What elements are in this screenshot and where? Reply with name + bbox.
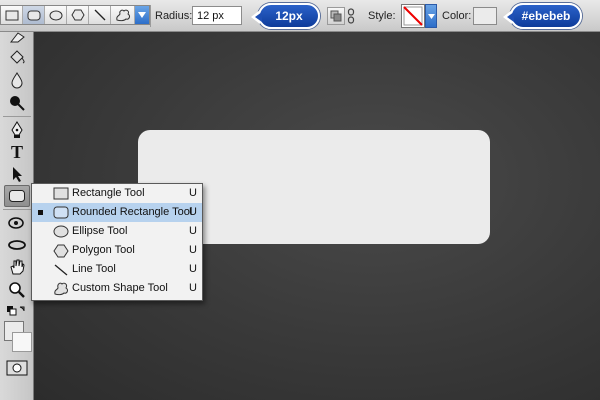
menu-item-label: Ellipse Tool (72, 225, 128, 237)
blur-tool[interactable] (4, 69, 30, 91)
style-label: Style: (368, 10, 396, 22)
menu-item-line-tool[interactable]: Line Tool U (32, 260, 202, 279)
menu-item-shortcut: U (189, 206, 197, 218)
polygon-shape-button[interactable] (67, 6, 89, 24)
menu-item-shortcut: U (189, 282, 197, 294)
background-color-swatch[interactable] (12, 332, 32, 352)
dodge-tool[interactable] (4, 92, 30, 114)
3d-orbit-icon (8, 240, 26, 250)
type-icon: T (11, 142, 23, 160)
color-label: Color: (442, 10, 472, 22)
selected-bullet-icon (38, 210, 43, 215)
eraser-tool[interactable] (4, 26, 30, 48)
rectangle-icon (52, 185, 70, 202)
arrow-cursor-icon (13, 167, 22, 182)
menu-item-label: Rounded Rectangle Tool (72, 206, 193, 218)
options-bar: Radius: 12px Style: Color: #ebebeb (0, 0, 600, 32)
combine-shape-icon (330, 10, 342, 22)
color-swatch[interactable] (473, 7, 497, 25)
zoom-tool[interactable] (4, 279, 30, 301)
blur-drop-icon (11, 72, 23, 89)
menu-item-shortcut: U (189, 263, 197, 275)
color-callout: #ebebeb (503, 3, 582, 29)
custom-shape-icon (52, 280, 70, 297)
3d-orbit-tool[interactable] (4, 234, 30, 256)
default-colors-button[interactable] (4, 301, 30, 323)
polygon-icon (52, 242, 70, 259)
line-icon (52, 261, 70, 278)
menu-item-shortcut: U (189, 225, 197, 237)
style-swatch[interactable] (401, 4, 425, 28)
menu-item-label: Line Tool (72, 263, 116, 275)
line-icon (94, 9, 105, 21)
ellipse-shape-button[interactable] (45, 6, 67, 24)
menu-item-custom-shape-tool[interactable]: Custom Shape Tool U (32, 279, 202, 298)
link-icon-button[interactable] (346, 7, 356, 25)
rounded-rectangle-shape-button[interactable] (23, 6, 45, 24)
custom-shape-icon (115, 9, 130, 22)
path-selection-tool[interactable] (4, 163, 30, 185)
polygon-icon (70, 9, 85, 21)
3d-rotate-icon (8, 217, 24, 229)
radius-callout-text: 12px (275, 9, 303, 23)
triangle-down-icon (427, 13, 435, 19)
pen-tool[interactable] (4, 119, 30, 141)
radius-input[interactable] (192, 6, 242, 25)
magnifier-icon (9, 282, 25, 298)
paint-bucket-icon (10, 50, 25, 64)
pen-icon (11, 121, 23, 138)
no-style-icon (403, 6, 423, 26)
menu-item-label: Polygon Tool (72, 244, 135, 256)
type-tool[interactable]: T (4, 140, 30, 162)
rounded-rectangle-tool[interactable] (4, 185, 30, 207)
svg-text:T: T (11, 142, 23, 160)
eraser-icon (9, 32, 25, 43)
hand-icon (10, 259, 25, 275)
hand-tool[interactable] (4, 256, 30, 278)
menu-item-label: Rectangle Tool (72, 187, 145, 199)
radius-label: Radius: (155, 10, 193, 22)
quick-mask-button[interactable] (4, 357, 30, 379)
menu-item-label: Custom Shape Tool (72, 282, 168, 294)
line-shape-button[interactable] (89, 6, 111, 24)
paint-bucket-tool[interactable] (4, 46, 30, 68)
rounded-rectangle-icon (52, 204, 70, 221)
shape-dropdown-button[interactable] (135, 6, 149, 24)
shape-tools-flyout-menu: Rectangle Tool U Rounded Rectangle Tool … (31, 183, 203, 301)
rounded-rectangle-icon (9, 190, 25, 202)
separator (150, 5, 151, 27)
rectangle-shape-button[interactable] (1, 6, 23, 24)
menu-item-rounded-rectangle-tool[interactable]: Rounded Rectangle Tool U (32, 203, 202, 222)
quick-mask-icon (6, 360, 28, 376)
custom-shape-button[interactable] (111, 6, 135, 24)
ellipse-icon (49, 10, 62, 20)
style-dropdown-button[interactable] (425, 4, 437, 28)
menu-item-shortcut: U (189, 187, 197, 199)
triangle-down-icon (138, 12, 146, 18)
dodge-icon (10, 96, 25, 111)
rectangle-icon (5, 10, 18, 20)
tools-panel: T (0, 32, 34, 400)
ellipse-icon (52, 223, 70, 240)
shape-tool-group (0, 5, 150, 25)
rounded-rectangle-icon (27, 10, 40, 20)
menu-item-rectangle-tool[interactable]: Rectangle Tool U (32, 184, 202, 203)
menu-item-polygon-tool[interactable]: Polygon Tool U (32, 241, 202, 260)
link-icon (347, 8, 355, 24)
radius-callout: 12px (251, 3, 320, 29)
default-colors-icon (7, 306, 25, 316)
3d-rotate-tool[interactable] (4, 212, 30, 234)
menu-item-ellipse-tool[interactable]: Ellipse Tool U (32, 222, 202, 241)
shape-area-button[interactable] (327, 7, 345, 25)
menu-item-shortcut: U (189, 244, 197, 256)
color-callout-text: #ebebeb (521, 9, 571, 23)
